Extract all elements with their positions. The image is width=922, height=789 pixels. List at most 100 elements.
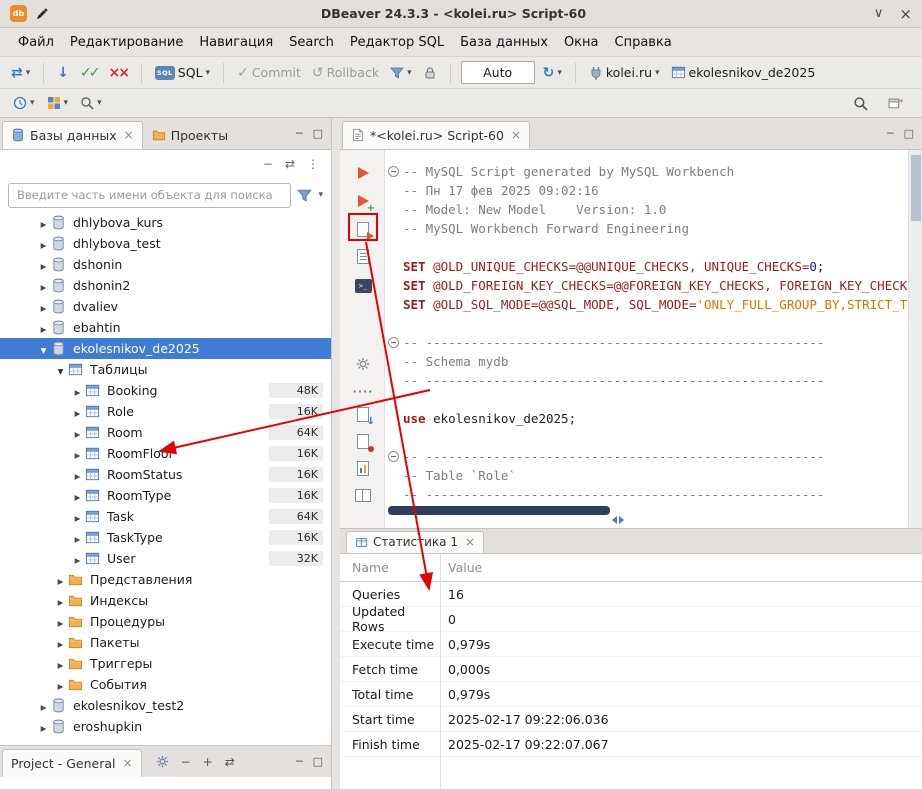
expand-icon[interactable]: +: [203, 755, 213, 769]
database-selector[interactable]: ekolesnikov_de2025: [668, 63, 819, 82]
window-menu-chevron[interactable]: ∨: [874, 6, 884, 21]
tree-item[interactable]: Процедуры: [0, 611, 331, 632]
commit-mode-combo[interactable]: Auto: [461, 61, 535, 84]
open-perspective-button[interactable]: [885, 94, 906, 113]
code-area[interactable]: -- MySQL Script generated by MySQL Workb…: [385, 150, 908, 528]
minimize-panel-icon[interactable]: ─: [887, 127, 894, 140]
tab-project-general[interactable]: Project - General ×: [2, 749, 142, 777]
menu-search[interactable]: Search: [281, 32, 342, 53]
transaction-log-button[interactable]: ▾: [387, 64, 415, 82]
tree-item[interactable]: RoomType 16K: [0, 485, 331, 506]
close-icon[interactable]: ×: [124, 128, 134, 142]
tab-databases[interactable]: Базы данных ×: [2, 121, 143, 149]
expander-icon[interactable]: [36, 719, 51, 734]
tree-item[interactable]: dhlybova_test: [0, 233, 331, 254]
report-document-button[interactable]: [353, 458, 373, 478]
settings-gear-icon[interactable]: [156, 755, 169, 768]
sql-editor[interactable]: + >_ ···· ↓ -- MySQL Script generated by…: [340, 150, 922, 528]
expander-icon[interactable]: [70, 509, 85, 524]
expander-icon[interactable]: [53, 656, 68, 671]
tree-item[interactable]: Role 16K: [0, 401, 331, 422]
expander-icon[interactable]: [53, 593, 68, 608]
tree-item[interactable]: RoomFloor 16K: [0, 443, 331, 464]
execute-script-button[interactable]: [353, 219, 373, 239]
expander-icon[interactable]: [36, 257, 51, 272]
tree-item[interactable]: RoomStatus 16K: [0, 464, 331, 485]
expander-icon[interactable]: [36, 299, 51, 314]
menu-help[interactable]: Справка: [607, 32, 680, 53]
tree-item[interactable]: Триггеры: [0, 653, 331, 674]
connection-selector[interactable]: kolei.ru ▾: [586, 63, 663, 82]
maximize-panel-icon[interactable]: □: [904, 127, 914, 140]
tree-item[interactable]: User 32K: [0, 548, 331, 569]
horizontal-scrollbar[interactable]: [388, 506, 610, 515]
filter-icon[interactable]: [297, 188, 312, 203]
tree-item[interactable]: eroshupkin: [0, 716, 331, 737]
expander-icon[interactable]: [70, 404, 85, 419]
tree-item[interactable]: Room 64K: [0, 422, 331, 443]
expander-icon[interactable]: [53, 677, 68, 692]
execute-query-new-tab-button[interactable]: +: [353, 191, 373, 211]
lock-button[interactable]: [420, 64, 440, 82]
menu-navigate[interactable]: Навигация: [191, 32, 281, 53]
link-with-editor-icon[interactable]: ⇄: [225, 755, 235, 769]
expander-icon[interactable]: [53, 362, 68, 377]
tab-sql-script[interactable]: *<kolei.ru> Script-60 ×: [342, 121, 530, 149]
commit-button[interactable]: ✓ Commit: [234, 63, 304, 82]
expander-icon[interactable]: [53, 635, 68, 650]
pinned-tool-icon[interactable]: [35, 7, 49, 21]
scroll-thumb[interactable]: [911, 155, 921, 221]
expander-icon[interactable]: [70, 383, 85, 398]
new-sql-editor-button[interactable]: SQL SQL ▾: [152, 63, 213, 82]
expander-icon[interactable]: [70, 425, 85, 440]
tab-projects[interactable]: Проекты: [143, 121, 237, 149]
rollback-crosses-button[interactable]: ××: [105, 64, 130, 82]
refresh-mode-button[interactable]: ↻ ▾: [540, 64, 565, 82]
stats-row[interactable]: Finish time 2025-02-17 09:22:07.067: [340, 732, 922, 757]
collapse-all-icon[interactable]: −: [263, 157, 273, 171]
expander-icon[interactable]: [70, 488, 85, 503]
expander-icon[interactable]: [53, 572, 68, 587]
stats-row[interactable]: Total time 0,979s: [340, 682, 922, 707]
stats-row[interactable]: Execute time 0,979s: [340, 632, 922, 657]
expander-icon[interactable]: [36, 320, 51, 335]
tree-item[interactable]: Таблицы: [0, 359, 331, 380]
schedule-button[interactable]: ▾: [10, 94, 38, 112]
menu-database[interactable]: База данных: [452, 32, 556, 53]
menu-edit[interactable]: Редактирование: [62, 32, 191, 53]
tree-item[interactable]: TaskType 16K: [0, 527, 331, 548]
window-close-button[interactable]: ×: [899, 5, 912, 23]
export-data-button[interactable]: ↓: [353, 404, 373, 424]
settings-gear-icon[interactable]: [353, 354, 373, 374]
dropdown-icon[interactable]: ▾: [318, 190, 323, 200]
tree-item[interactable]: Booking 48K: [0, 380, 331, 401]
expander-icon[interactable]: [36, 698, 51, 713]
open-console-button[interactable]: >_: [353, 276, 373, 296]
tree-item[interactable]: Представления: [0, 569, 331, 590]
tree-item[interactable]: dshonin: [0, 254, 331, 275]
expander-icon[interactable]: [36, 278, 51, 293]
view-menu-icon[interactable]: ⋮: [307, 157, 319, 171]
more-options-dots-icon[interactable]: ····: [353, 381, 373, 401]
tree-item[interactable]: ebahtin: [0, 317, 331, 338]
nav-history-button[interactable]: ⇄ ▾: [8, 64, 33, 82]
quick-search-button[interactable]: ▾: [77, 94, 105, 112]
scroll-step-icons[interactable]: [612, 516, 624, 524]
minimize-panel-icon[interactable]: ─: [296, 755, 303, 768]
expander-icon[interactable]: [70, 551, 85, 566]
fetch-button[interactable]: ↓: [54, 64, 72, 82]
tree-item[interactable]: Пакеты: [0, 632, 331, 653]
tab-statistics[interactable]: Статистика 1 ×: [346, 531, 484, 553]
menu-file[interactable]: Файл: [10, 32, 62, 53]
expander-icon[interactable]: [53, 614, 68, 629]
minimize-panel-icon[interactable]: ─: [296, 127, 303, 140]
maximize-panel-icon[interactable]: □: [313, 755, 323, 768]
layout-panels-button[interactable]: [353, 485, 373, 505]
tree-item[interactable]: dhlybova_kurs: [0, 212, 331, 233]
object-search-input[interactable]: [8, 183, 291, 208]
close-icon[interactable]: ×: [465, 535, 475, 549]
expander-icon[interactable]: [36, 236, 51, 251]
maximize-panel-icon[interactable]: □: [313, 127, 323, 140]
expander-icon[interactable]: [36, 341, 51, 356]
tree-item[interactable]: Task 64K: [0, 506, 331, 527]
